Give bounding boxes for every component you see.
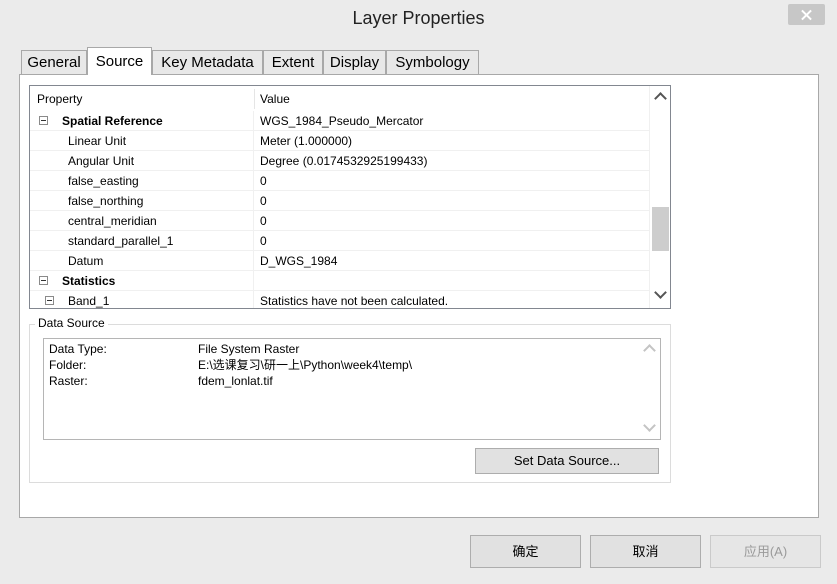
- property-name: false_northing: [30, 191, 254, 211]
- tab-extent[interactable]: Extent: [263, 50, 323, 74]
- window-title: Layer Properties: [352, 8, 485, 28]
- set-data-source-button[interactable]: Set Data Source...: [475, 448, 659, 474]
- property-grid[interactable]: Property Value Spatial Reference WGS_198…: [29, 85, 671, 309]
- grid-row-standard-parallel-1[interactable]: standard_parallel_1 0: [30, 231, 649, 251]
- property-value: Statistics have not been calculated.: [260, 294, 449, 308]
- property-name: Datum: [30, 251, 254, 271]
- data-source-details[interactable]: Data Type: File System Raster Folder: E:…: [43, 338, 661, 440]
- grid-row-datum[interactable]: Datum D_WGS_1984: [30, 251, 649, 271]
- close-button[interactable]: [788, 4, 825, 25]
- apply-button[interactable]: 应用(A): [710, 535, 821, 568]
- scroll-down-icon[interactable]: [643, 419, 656, 432]
- grid-row-statistics[interactable]: Statistics: [30, 271, 649, 291]
- grid-header: Property Value: [30, 89, 649, 109]
- detail-key: Raster:: [49, 374, 88, 388]
- grid-row-false-easting[interactable]: false_easting 0: [30, 171, 649, 191]
- grid-row-angular-unit[interactable]: Angular Unit Degree (0.0174532925199433): [30, 151, 649, 171]
- property-name: Linear Unit: [30, 131, 254, 151]
- grid-row-band-1[interactable]: Band_1 Statistics have not been calculat…: [30, 291, 649, 308]
- tab-general[interactable]: General: [21, 50, 87, 74]
- scroll-up-icon[interactable]: [643, 344, 656, 357]
- scroll-thumb[interactable]: [652, 207, 669, 251]
- property-value: 0: [260, 234, 267, 248]
- scroll-up-icon[interactable]: [654, 92, 667, 105]
- tab-display[interactable]: Display: [323, 50, 386, 74]
- property-name: Spatial Reference: [30, 111, 254, 131]
- tab-key-metadata[interactable]: Key Metadata: [152, 50, 263, 74]
- scroll-down-icon[interactable]: [654, 286, 667, 299]
- column-header-value: Value: [260, 92, 290, 106]
- grid-vertical-scrollbar[interactable]: [649, 86, 670, 308]
- property-name: Band_1: [30, 291, 254, 308]
- detail-key: Data Type:: [49, 342, 107, 356]
- title-bar: Layer Properties: [0, 0, 837, 38]
- property-name: false_easting: [30, 171, 254, 191]
- ok-button[interactable]: 确定: [470, 535, 581, 568]
- column-header-property: Property: [37, 92, 83, 106]
- grid-row-linear-unit[interactable]: Linear Unit Meter (1.000000): [30, 131, 649, 151]
- grid-row-spatial-reference[interactable]: Spatial Reference WGS_1984_Pseudo_Mercat…: [30, 111, 649, 131]
- grid-row-false-northing[interactable]: false_northing 0: [30, 191, 649, 211]
- data-source-label: Data Source: [35, 316, 108, 330]
- property-value: Degree (0.0174532925199433): [260, 154, 428, 168]
- detail-value: File System Raster: [198, 342, 300, 356]
- property-name: standard_parallel_1: [30, 231, 254, 251]
- detail-value: E:\选课复习\研一上\Python\week4\temp\: [198, 358, 413, 372]
- detail-key: Folder:: [49, 358, 87, 372]
- property-value: Meter (1.000000): [260, 134, 353, 148]
- property-value: WGS_1984_Pseudo_Mercator: [260, 114, 424, 128]
- grid-row-central-meridian[interactable]: central_meridian 0: [30, 211, 649, 231]
- detail-value: fdem_lonlat.tif: [198, 374, 273, 388]
- details-vertical-scrollbar[interactable]: [639, 339, 660, 439]
- property-value: D_WGS_1984: [260, 254, 338, 268]
- property-value: 0: [260, 214, 267, 228]
- tab-source[interactable]: Source: [87, 47, 152, 75]
- cancel-button[interactable]: 取消: [590, 535, 701, 568]
- property-name: Angular Unit: [30, 151, 254, 171]
- property-name: central_meridian: [30, 211, 254, 231]
- property-name: Statistics: [30, 271, 254, 291]
- property-value: 0: [260, 174, 267, 188]
- property-value: 0: [260, 194, 267, 208]
- tab-symbology[interactable]: Symbology: [386, 50, 479, 74]
